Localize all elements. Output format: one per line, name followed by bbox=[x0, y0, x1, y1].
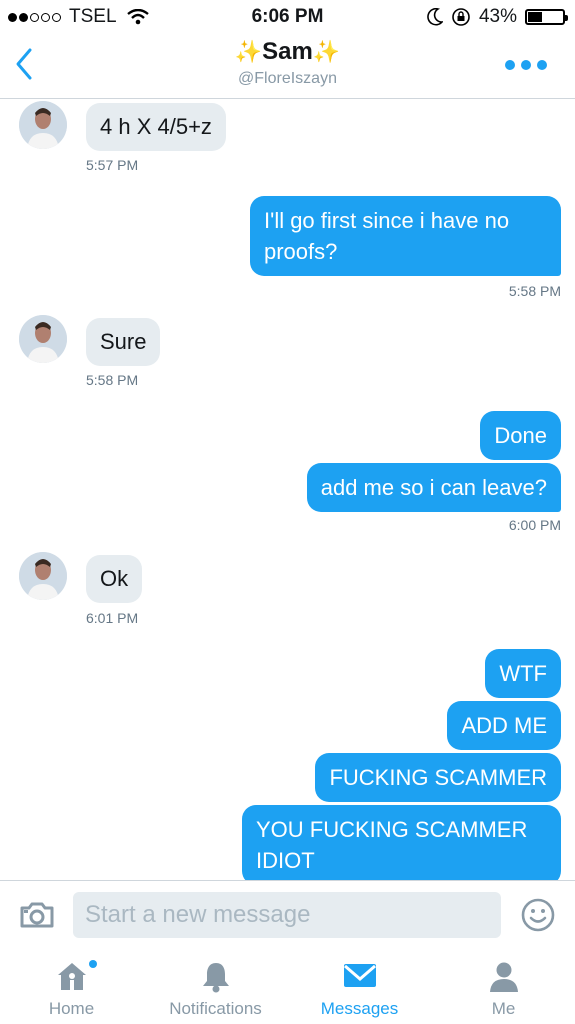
message-bubble-incoming[interactable]: Sure bbox=[86, 318, 161, 366]
avatar-image bbox=[19, 315, 67, 363]
message-timestamp: 6:01 PM bbox=[86, 610, 139, 626]
message-bubble-outgoing[interactable]: I'll go first since i have no proofs? bbox=[250, 196, 561, 276]
message-timestamp: 5:57 PM bbox=[86, 157, 139, 173]
camera-icon[interactable] bbox=[19, 901, 55, 929]
message-input[interactable]: Start a new message bbox=[73, 892, 501, 938]
moon-icon bbox=[427, 8, 443, 26]
person-icon bbox=[489, 962, 518, 992]
avatar[interactable] bbox=[19, 101, 67, 149]
tab-me-label: Me bbox=[491, 999, 516, 1018]
tab-home[interactable]: Home bbox=[0, 950, 143, 1024]
battery-icon bbox=[525, 9, 568, 25]
message-bubble-outgoing[interactable]: WTF bbox=[485, 649, 561, 698]
avatar-image bbox=[19, 101, 67, 149]
message-composer: Start a new message bbox=[0, 880, 575, 951]
sparkle-emoji-right: ✨ bbox=[312, 39, 341, 64]
emoji-icon[interactable] bbox=[521, 898, 555, 932]
message-list[interactable]: 4 h X 4/5+z 5:57 PM I'll go first since … bbox=[0, 99, 575, 880]
avatar[interactable] bbox=[19, 315, 67, 363]
message-bubble-outgoing[interactable]: YOU FUCKING SCAMMER IDIOT bbox=[242, 805, 561, 880]
message-bubble-outgoing[interactable]: ADD ME bbox=[447, 701, 561, 750]
unread-dot bbox=[89, 960, 97, 968]
home-icon bbox=[57, 963, 86, 990]
battery-percent: 43% bbox=[478, 6, 517, 27]
avatar[interactable] bbox=[19, 552, 67, 600]
contact-name: Sam bbox=[262, 38, 313, 65]
envelope-icon bbox=[343, 964, 376, 987]
sparkle-emoji-left: ✨ bbox=[234, 39, 263, 64]
tab-messages-label: Messages bbox=[320, 999, 399, 1018]
message-bubble-outgoing[interactable]: add me so i can leave? bbox=[306, 463, 561, 512]
status-bar: TSEL 6:06 PM 43% bbox=[0, 0, 575, 34]
conversation-title[interactable]: ✨Sam✨ bbox=[0, 38, 575, 66]
conversation-header: ✨Sam✨ @FloreIszayn bbox=[0, 34, 575, 99]
tab-notifications[interactable]: Notifications bbox=[144, 950, 287, 1024]
tab-me[interactable]: Me bbox=[432, 950, 575, 1024]
avatar-image bbox=[19, 552, 67, 600]
message-timestamp: 6:00 PM bbox=[508, 517, 561, 533]
message-bubble-outgoing[interactable]: FUCKING SCAMMER bbox=[315, 753, 561, 802]
rotation-lock-icon bbox=[452, 8, 470, 26]
tab-bar: Home Notifications Messages Me bbox=[0, 950, 575, 1024]
bell-icon bbox=[202, 963, 229, 993]
message-bubble-incoming[interactable]: Ok bbox=[86, 555, 143, 603]
more-options-button[interactable] bbox=[505, 60, 547, 70]
tab-home-label: Home bbox=[48, 999, 95, 1018]
message-bubble-outgoing[interactable]: Done bbox=[480, 411, 561, 460]
message-timestamp: 5:58 PM bbox=[508, 283, 561, 299]
contact-handle: @FloreIszayn bbox=[238, 70, 337, 87]
tab-notifications-label: Notifications bbox=[169, 999, 262, 1018]
message-bubble-incoming[interactable]: 4 h X 4/5+z bbox=[86, 103, 226, 151]
message-timestamp: 5:58 PM bbox=[86, 372, 139, 388]
tab-messages[interactable]: Messages bbox=[288, 950, 431, 1024]
